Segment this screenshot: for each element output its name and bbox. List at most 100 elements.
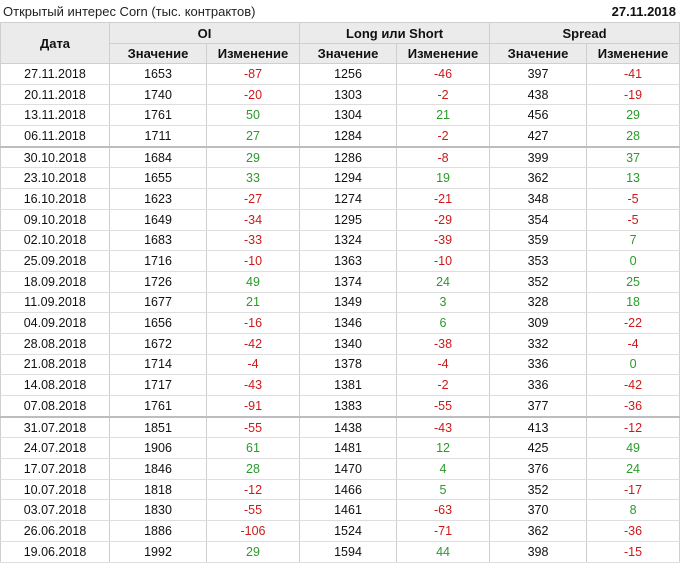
spread-change-cell: 18: [586, 292, 680, 314]
spread-value-cell: 397: [489, 63, 588, 85]
spread-value-cell: 427: [489, 125, 588, 148]
oi-value-cell: 1672: [109, 333, 207, 355]
oi-change-cell: -33: [205, 230, 301, 252]
oi-value-cell: 1846: [109, 458, 207, 480]
spread-value-cell: 362: [489, 520, 588, 542]
oi-change-cell: -87: [205, 63, 301, 85]
ls-change-cell: -71: [396, 520, 491, 542]
column-header-oi-value: Значение: [109, 43, 207, 64]
ls-change-cell: 12: [396, 437, 491, 460]
spread-value-cell: 332: [489, 333, 588, 355]
spread-change-cell: 28: [586, 125, 680, 148]
oi-change-cell: -106: [205, 520, 301, 542]
date-cell: 06.11.2018: [0, 125, 110, 148]
ls-change-cell: 6: [396, 312, 491, 334]
table-row: 28.08.2018 1672 -42 1340 -38 332 -4: [0, 333, 680, 355]
oi-change-cell: -27: [205, 188, 301, 210]
spread-value-cell: 336: [489, 354, 588, 376]
ls-value-cell: 1481: [299, 437, 398, 460]
spread-value-cell: 354: [489, 209, 588, 231]
ls-change-cell: -46: [396, 63, 491, 85]
table-row: 09.10.2018 1649 -34 1295 -29 354 -5: [0, 209, 680, 231]
ls-change-cell: 4: [396, 458, 491, 480]
ls-value-cell: 1381: [299, 374, 398, 396]
spread-value-cell: 425: [489, 437, 588, 460]
spread-value-cell: 336: [489, 374, 588, 396]
oi-value-cell: 1886: [109, 520, 207, 542]
table-row: 30.10.2018 1684 29 1286 -8 399 37: [0, 145, 680, 169]
table-row: 26.06.2018 1886 -106 1524 -71 362 -36: [0, 520, 680, 542]
oi-value-cell: 1726: [109, 271, 207, 293]
oi-value-cell: 1656: [109, 312, 207, 334]
date-cell: 18.09.2018: [0, 271, 110, 293]
column-header-spread-change: Изменение: [586, 43, 680, 64]
table-row: 18.09.2018 1726 49 1374 24 352 25: [0, 271, 680, 293]
oi-change-cell: 28: [205, 458, 301, 480]
spread-value-cell: 359: [489, 230, 588, 252]
spread-change-cell: 49: [586, 437, 680, 460]
report-header: Открытый интерес Corn (тыс. контрактов) …: [0, 0, 680, 22]
date-cell: 28.08.2018: [0, 333, 110, 355]
ls-value-cell: 1374: [299, 271, 398, 293]
date-cell: 20.11.2018: [0, 84, 110, 106]
ls-change-cell: -43: [396, 415, 491, 439]
date-cell: 25.09.2018: [0, 250, 110, 272]
date-cell: 23.10.2018: [0, 167, 110, 190]
ls-value-cell: 1324: [299, 230, 398, 252]
spread-change-cell: 0: [586, 250, 680, 272]
spread-change-cell: 0: [586, 354, 680, 376]
spread-change-cell: 24: [586, 458, 680, 480]
ls-value-cell: 1363: [299, 250, 398, 272]
ls-value-cell: 1274: [299, 188, 398, 210]
oi-change-cell: -12: [205, 479, 301, 501]
oi-change-cell: -4: [205, 354, 301, 376]
date-cell: 27.11.2018: [0, 63, 110, 85]
spread-value-cell: 348: [489, 188, 588, 210]
ls-change-cell: 19: [396, 167, 491, 190]
ls-value-cell: 1303: [299, 84, 398, 106]
date-cell: 02.10.2018: [0, 230, 110, 252]
oi-change-cell: 29: [205, 145, 301, 169]
date-cell: 31.07.2018: [0, 415, 110, 439]
oi-value-cell: 1653: [109, 63, 207, 85]
ls-value-cell: 1286: [299, 145, 398, 169]
table-row: 27.11.2018 1653 -87 1256 -46 397 -41: [0, 63, 680, 85]
open-interest-table: Дата OI Long или Short Spread Значение И…: [0, 22, 680, 563]
ls-change-cell: -21: [396, 188, 491, 210]
oi-value-cell: 1818: [109, 479, 207, 501]
ls-change-cell: -4: [396, 354, 491, 376]
spread-value-cell: 399: [489, 145, 588, 169]
date-cell: 09.10.2018: [0, 209, 110, 231]
column-header-ls-change: Изменение: [396, 43, 491, 64]
ls-value-cell: 1383: [299, 395, 398, 418]
oi-change-cell: -91: [205, 395, 301, 418]
ls-value-cell: 1294: [299, 167, 398, 190]
oi-value-cell: 1677: [109, 292, 207, 314]
table-row: 07.08.2018 1761 -91 1383 -55 377 -36: [0, 395, 680, 418]
spread-value-cell: 352: [489, 271, 588, 293]
spread-value-cell: 456: [489, 104, 588, 127]
oi-value-cell: 1714: [109, 354, 207, 376]
ls-value-cell: 1304: [299, 104, 398, 127]
oi-change-cell: -55: [205, 499, 301, 522]
date-cell: 14.08.2018: [0, 374, 110, 396]
ls-change-cell: -8: [396, 145, 491, 169]
oi-value-cell: 1711: [109, 125, 207, 148]
oi-change-cell: -20: [205, 84, 301, 106]
ls-value-cell: 1340: [299, 333, 398, 355]
ls-change-cell: -55: [396, 395, 491, 418]
oi-value-cell: 1761: [109, 104, 207, 127]
spread-change-cell: -4: [586, 333, 680, 355]
oi-change-cell: -10: [205, 250, 301, 272]
ls-value-cell: 1470: [299, 458, 398, 480]
ls-value-cell: 1349: [299, 292, 398, 314]
table-row: 21.08.2018 1714 -4 1378 -4 336 0: [0, 354, 680, 376]
spread-value-cell: 309: [489, 312, 588, 334]
spread-change-cell: -36: [586, 395, 680, 418]
group-header-spread: Spread: [489, 22, 680, 44]
oi-change-cell: 49: [205, 271, 301, 293]
oi-change-cell: 61: [205, 437, 301, 460]
report-title: Открытый интерес Corn (тыс. контрактов): [3, 3, 256, 19]
oi-value-cell: 1649: [109, 209, 207, 231]
spread-change-cell: 7: [586, 230, 680, 252]
